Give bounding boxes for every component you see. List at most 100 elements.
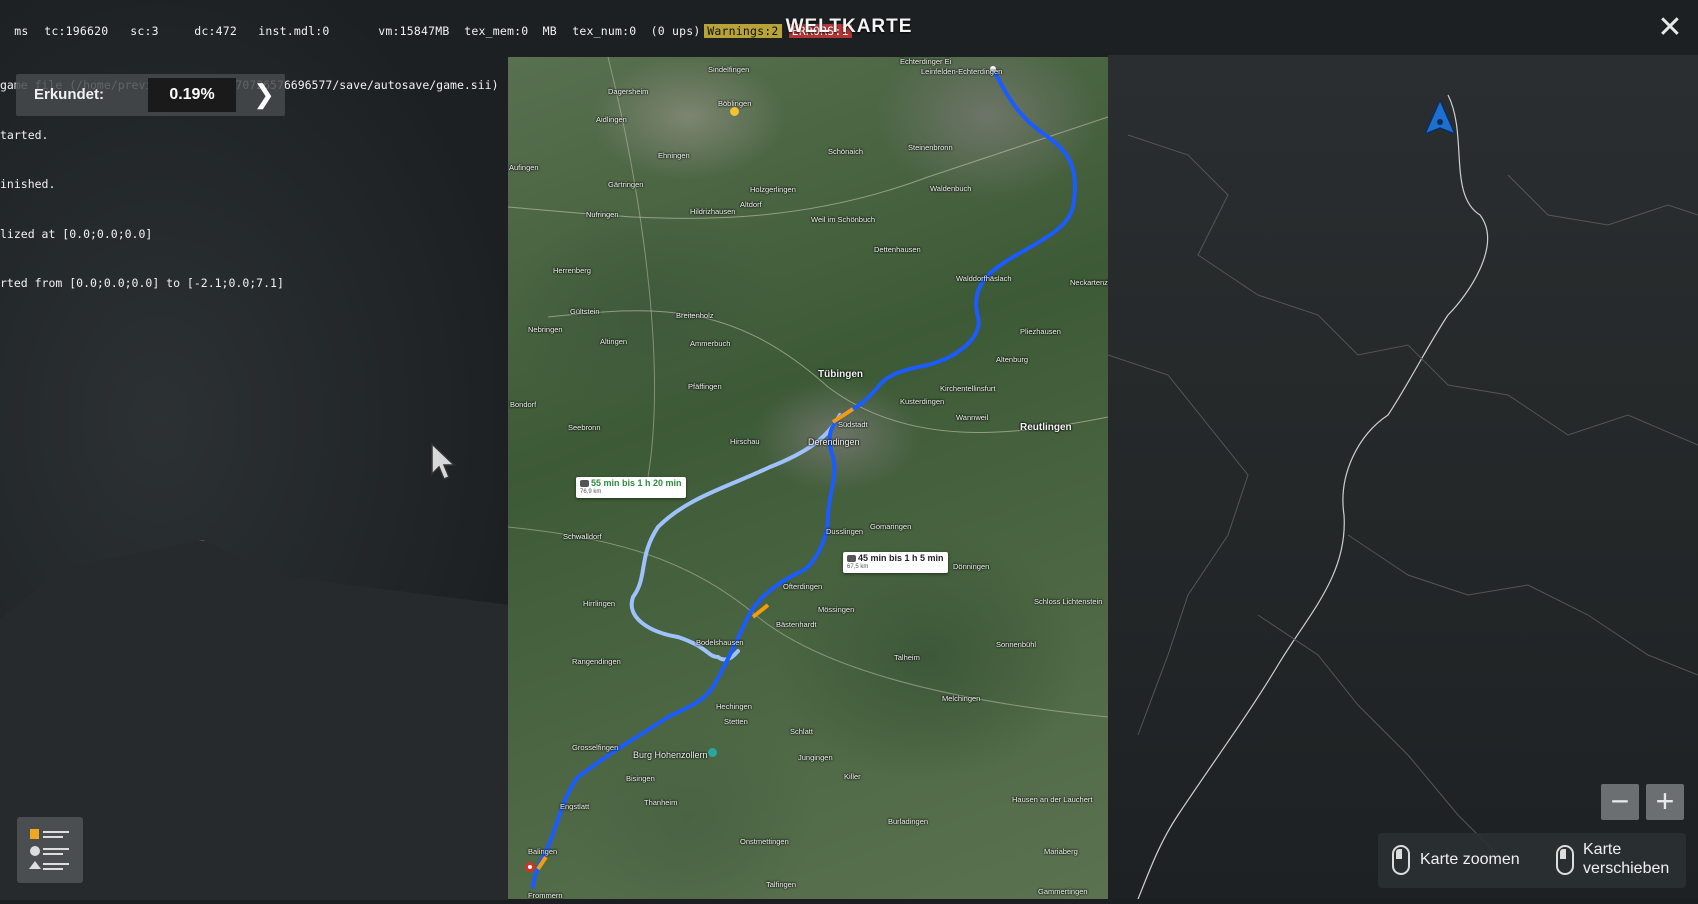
map-place-label: Ofterdingen (783, 582, 823, 591)
controls-hints: Karte zoomen Karte verschieben (1378, 833, 1686, 888)
map-place-label: Walddorfhäslach (956, 274, 1012, 283)
map-place-label: Stetten (724, 717, 748, 726)
player-truck-marker-icon (1423, 98, 1457, 136)
map-place-label: Mössingen (818, 605, 855, 614)
map-place-label: Burladingen (888, 817, 929, 826)
landmark-icon (708, 748, 717, 757)
map-place-label: Sonnenbühl (996, 640, 1037, 649)
route-alt-label[interactable]: 55 min bis 1 h 20 min 76,9 km (576, 477, 686, 498)
map-place-label: Altdorf (740, 200, 762, 209)
close-icon: ✕ (1657, 11, 1683, 44)
map-place-label: Balingen (528, 847, 558, 856)
route-main-time: 45 min bis 1 h 5 min (858, 553, 944, 563)
map-place-label: Hirschau (730, 437, 760, 446)
map-place-label: Nufringen (586, 210, 619, 219)
hint-move-text-1: Karte (1583, 841, 1622, 858)
console-line: lized at [0.0;0.0;0.0] (0, 226, 153, 241)
map-place-label: Schwalldorf (563, 532, 602, 541)
map-place-label: Pfäffingen (688, 382, 722, 391)
map-place-label: Hausen an der Lauchert (1012, 795, 1093, 804)
page-title: WELTKARTE (785, 16, 913, 37)
map-legend-icon (29, 829, 69, 870)
map-place-label: Melchingen (942, 694, 981, 703)
map-place-label: Burg Hohenzollern (633, 750, 708, 760)
map-place-label: Gammertingen (1038, 887, 1088, 896)
map-place-label: Rangendingen (572, 657, 621, 666)
map-place-label: Reutlingen (1020, 422, 1072, 433)
map-place-label: Altingen (600, 337, 628, 346)
map-place-label: Dönningen (953, 562, 990, 571)
map-place-label: Jungingen (798, 753, 833, 762)
map-place-label: Hildrizhausen (690, 207, 736, 216)
map-place-label: Talheim (894, 653, 920, 662)
explored-panel: Erkundet: 0.19% ❯ (16, 74, 285, 116)
map-place-label: Echterdinger Ei (900, 57, 952, 66)
route-alt-distance: 76,9 km (580, 489, 602, 495)
map-place-label: Engstlatt (560, 802, 590, 811)
console-line: inished. (0, 177, 56, 191)
map-place-label: Kirchentellinsfurt (940, 384, 996, 393)
hint-zoom-text: Karte zoomen (1420, 851, 1520, 868)
mouse-drag-icon (1556, 845, 1574, 875)
satellite-map-image[interactable]: Tübingen Reutlingen Leinfelden-Echterdin… (508, 57, 1108, 899)
map-place-label: Aidlingen (596, 115, 627, 124)
map-place-label: Herrenberg (553, 266, 591, 275)
hint-move-text-2: verschieben (1583, 860, 1670, 877)
map-place-label: Bästenhardt (776, 620, 817, 629)
map-place-label: Gültstein (570, 307, 600, 316)
map-place-label: Ehningen (658, 151, 690, 160)
map-legend-button[interactable] (17, 817, 83, 883)
map-place-label: Dusslingen (826, 527, 864, 536)
map-place-label: Weil im Schönbuch (811, 215, 876, 224)
map-place-label: Grosselfingen (572, 743, 619, 752)
map-place-label: Dagersheim (608, 87, 649, 96)
map-place-label: Waldenbuch (930, 184, 972, 193)
map-place-label: Altenburg (996, 355, 1029, 364)
map-place-label: Pliezhausen (1020, 327, 1061, 336)
map-place-label: Kusterdingen (900, 397, 945, 406)
car-icon (580, 480, 589, 488)
map-place-label: Neckartenzlingen (1070, 278, 1108, 287)
map-place-label: Wannweil (956, 413, 989, 422)
map-place-label: Nebringen (528, 325, 563, 334)
map-place-label: Tübingen (818, 369, 863, 380)
map-place-label: Talfingen (766, 880, 797, 889)
route-main-distance: 67,5 km (847, 564, 869, 570)
map-poi-icon (730, 107, 739, 116)
explored-value: 0.19% (148, 78, 236, 112)
explored-next-button[interactable]: ❯ (249, 80, 279, 110)
world-map-borders (1107, 94, 1698, 900)
map-place-label: Gomaringen (870, 522, 912, 531)
map-place-label: Hechingen (716, 702, 752, 711)
map-place-label: Steinenbronn (908, 143, 953, 152)
map-place-label: Holzgerlingen (750, 185, 796, 194)
map-place-label: Derendingen (808, 437, 860, 447)
zoom-in-button[interactable]: + (1646, 784, 1684, 820)
map-place-label: Thanheim (644, 798, 678, 807)
map-place-label: Mariaberg (1044, 847, 1078, 856)
map-place-label: Leinfelden-Echterdingen (921, 67, 1003, 76)
mouse-cursor-icon (430, 442, 456, 482)
map-place-label: Südstadt (838, 420, 868, 429)
map-place-label: Frommern (528, 891, 563, 899)
world-map-background[interactable] (1107, 55, 1698, 900)
chevron-right-icon: ❯ (253, 79, 275, 109)
explored-label: Erkundet: (34, 86, 105, 103)
route-alt-time: 55 min bis 1 h 20 min (591, 478, 682, 488)
map-place-label: Dettenhausen (874, 245, 921, 254)
map-place-label: Sindelfingen (708, 65, 750, 74)
map-place-label: Bisingen (626, 774, 655, 783)
map-place-label: Aufingen (509, 163, 539, 172)
map-place-label: Hirrlingen (583, 599, 616, 608)
map-place-label: Killer (844, 772, 861, 781)
map-place-label: Schloss Lichtenstein (1034, 597, 1103, 606)
map-place-label: Schlatt (790, 727, 813, 736)
route-main-label[interactable]: 45 min bis 1 h 5 min 67,5 km (843, 552, 948, 573)
map-place-label: Bondorf (510, 400, 537, 409)
console-line: rted from [0.0;0.0;0.0] to [-2.1;0.0;7.1… (0, 276, 284, 290)
map-place-label: Onstmettingen (740, 837, 789, 846)
close-button[interactable]: ✕ (1656, 11, 1684, 44)
car-icon (847, 555, 856, 563)
zoom-out-button[interactable]: − (1601, 784, 1639, 820)
mouse-wheel-icon (1392, 845, 1410, 875)
